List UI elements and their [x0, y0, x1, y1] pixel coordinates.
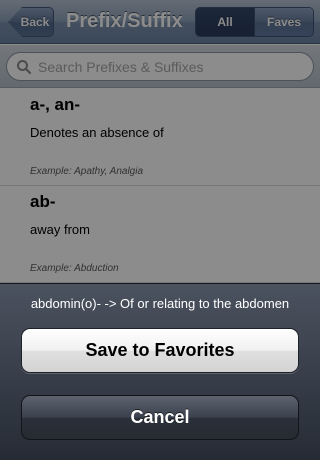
cancel-button-label: Cancel: [130, 407, 190, 427]
save-button-label: Save to Favorites: [85, 340, 235, 360]
action-sheet: abdomin(o)- -> Of or relating to the abd…: [0, 283, 320, 460]
save-to-favorites-button[interactable]: Save to Favorites: [21, 328, 299, 373]
action-sheet-message: abdomin(o)- -> Of or relating to the abd…: [30, 296, 290, 311]
cancel-button[interactable]: Cancel: [21, 395, 299, 440]
